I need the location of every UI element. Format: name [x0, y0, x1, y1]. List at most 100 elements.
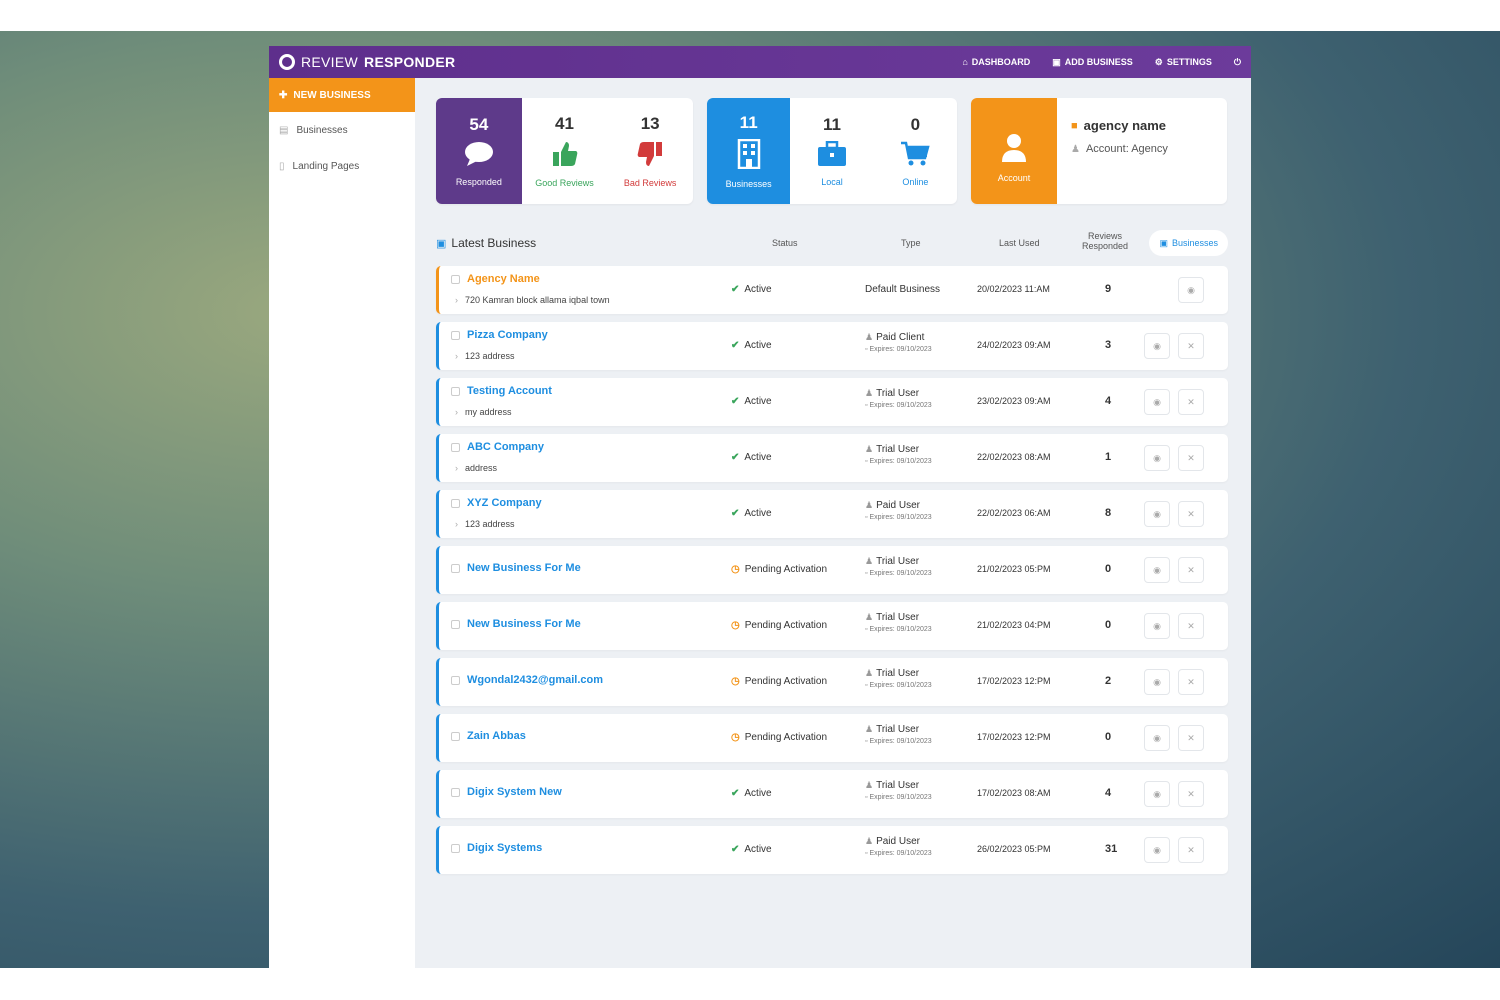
- delete-button[interactable]: ✕: [1178, 445, 1204, 471]
- status-text: Active: [744, 508, 772, 519]
- stat-good-reviews[interactable]: 41 Good Reviews: [522, 98, 608, 204]
- account-button[interactable]: Account: [971, 98, 1057, 204]
- view-button[interactable]: ◉: [1178, 277, 1204, 303]
- delete-button[interactable]: ✕: [1178, 333, 1204, 359]
- business-type: ♟ Trial User ▫ Expires: 09/10/2023: [865, 388, 932, 409]
- reviews-responded-count: 0: [1105, 731, 1112, 743]
- table-row[interactable]: New Business For Me ◷ Pending Activation ♟ T…: [436, 546, 1228, 594]
- expiry-date: ▫ Expires: 09/10/2023: [865, 458, 932, 465]
- row-checkbox[interactable]: [451, 564, 460, 573]
- close-icon: ✕: [1187, 844, 1195, 855]
- delete-button[interactable]: ✕: [1178, 837, 1204, 863]
- nav-dashboard[interactable]: ⌂ DASHBOARD: [962, 57, 1030, 67]
- row-checkbox[interactable]: [451, 788, 460, 797]
- map-pin-icon: ›: [455, 463, 458, 473]
- businesses-filter-label: Businesses: [1171, 238, 1218, 248]
- expiry-date: ▫ Expires: 09/10/2023: [865, 514, 932, 521]
- sidebar-item-businesses[interactable]: ▤ Businesses: [269, 112, 415, 148]
- stat-local[interactable]: 11 Local: [790, 98, 873, 204]
- business-name-link[interactable]: New Business For Me: [467, 618, 581, 630]
- table-row[interactable]: Digix Systems ✔ Active ♟ Paid User ▫ Expires:…: [436, 826, 1228, 874]
- table-row[interactable]: Agency Name › 720 Kamran block allama iqba…: [436, 266, 1228, 314]
- expiry-date: ▫ Expires: 09/10/2023: [865, 682, 932, 689]
- sidebar-item-landing-pages[interactable]: ▯ Landing Pages: [269, 148, 415, 184]
- stat-label: Local: [821, 177, 843, 187]
- table-row[interactable]: ABC Company › address ✔ Active ♟ Trial User ▫ E…: [436, 434, 1228, 482]
- new-business-button[interactable]: ✚ NEW BUSINESS: [269, 78, 415, 112]
- delete-button[interactable]: ✕: [1178, 781, 1204, 807]
- business-name-link[interactable]: Digix System New: [467, 786, 562, 798]
- row-checkbox[interactable]: [451, 443, 460, 452]
- reviews-card: 54 Responded 41 Good Reviews 13 Bad Revi…: [436, 98, 693, 204]
- view-button[interactable]: ◉: [1144, 613, 1170, 639]
- app-logo[interactable]: REVIEW RESPONDER: [279, 54, 455, 70]
- account-card: Account ■ agency name ♟ Account: Agency: [971, 98, 1227, 204]
- row-checkbox[interactable]: [451, 499, 460, 508]
- view-button[interactable]: ◉: [1144, 781, 1170, 807]
- view-button[interactable]: ◉: [1144, 389, 1170, 415]
- business-name-link[interactable]: Wgondal2432@gmail.com: [467, 674, 603, 686]
- close-icon: ✕: [1187, 732, 1195, 743]
- businesses-filter[interactable]: ▣ Businesses: [1149, 230, 1228, 256]
- view-button[interactable]: ◉: [1144, 333, 1170, 359]
- reviews-responded-count: 3: [1105, 339, 1112, 351]
- new-business-label: NEW BUSINESS: [293, 89, 371, 101]
- account-name-text: agency name: [1083, 118, 1167, 133]
- view-button[interactable]: ◉: [1144, 445, 1170, 471]
- business-name-link[interactable]: Digix Systems: [467, 842, 542, 854]
- nav-settings[interactable]: ⚙ SETTINGS: [1155, 57, 1212, 68]
- delete-button[interactable]: ✕: [1178, 725, 1204, 751]
- view-button[interactable]: ◉: [1144, 837, 1170, 863]
- delete-button[interactable]: ✕: [1178, 389, 1204, 415]
- stat-online[interactable]: 0 Online: [874, 98, 957, 204]
- row-checkbox[interactable]: [451, 331, 460, 340]
- business-name-link[interactable]: Zain Abbas: [467, 730, 526, 742]
- business-name-link[interactable]: ABC Company: [467, 441, 544, 453]
- row-checkbox[interactable]: [451, 676, 460, 685]
- delete-button[interactable]: ✕: [1178, 669, 1204, 695]
- expiry-date: ▫ Expires: 09/10/2023: [865, 626, 932, 633]
- table-row[interactable]: Zain Abbas ◷ Pending Activation ♟ Trial User…: [436, 714, 1228, 762]
- business-address-text: 123 address: [465, 351, 515, 361]
- row-checkbox[interactable]: [451, 620, 460, 629]
- table-row[interactable]: Testing Account › my address ✔ Active ♟ Trial …: [436, 378, 1228, 426]
- row-checkbox[interactable]: [451, 275, 460, 284]
- stat-bad-reviews[interactable]: 13 Bad Reviews: [607, 98, 693, 204]
- reviews-responded-count: 9: [1105, 283, 1112, 295]
- user-icon: ♟: [1071, 143, 1080, 155]
- delete-button[interactable]: ✕: [1178, 613, 1204, 639]
- logout-button[interactable]: ⏻: [1234, 57, 1241, 68]
- table-row[interactable]: New Business For Me ◷ Pending Activation ♟ T…: [436, 602, 1228, 650]
- view-button[interactable]: ◉: [1144, 669, 1170, 695]
- business-name-link[interactable]: Agency Name: [467, 273, 540, 285]
- table-row[interactable]: Digix System New ✔ Active ♟ Trial User ▫ Expi…: [436, 770, 1228, 818]
- business-name-link[interactable]: Pizza Company: [467, 329, 548, 341]
- last-used: 22/02/2023 08:AM: [977, 452, 1051, 462]
- table-row[interactable]: Pizza Company › 123 address ✔ Active ♟ Paid Cl…: [436, 322, 1228, 370]
- row-checkbox[interactable]: [451, 732, 460, 741]
- table-row[interactable]: XYZ Company › 123 address ✔ Active ♟ Paid User…: [436, 490, 1228, 538]
- reviews-responded-count: 1: [1105, 451, 1112, 463]
- view-button[interactable]: ◉: [1144, 501, 1170, 527]
- business-name-link[interactable]: Testing Account: [467, 385, 552, 397]
- expiry-date-text: Expires: 09/10/2023: [869, 570, 932, 577]
- stat-value: 11: [823, 115, 841, 134]
- business-name-link[interactable]: New Business For Me: [467, 562, 581, 574]
- reviews-responded-count: 8: [1105, 507, 1112, 519]
- table-row[interactable]: Wgondal2432@gmail.com ◷ Pending Activation…: [436, 658, 1228, 706]
- clock-icon: ◷: [731, 732, 740, 743]
- business-name-link[interactable]: XYZ Company: [467, 497, 542, 509]
- view-button[interactable]: ◉: [1144, 557, 1170, 583]
- eye-icon: ◉: [1153, 676, 1161, 687]
- stat-responded[interactable]: 54 Responded: [436, 98, 522, 204]
- business-type: ♟ Trial User ▫ Expires: 09/10/2023: [865, 444, 932, 465]
- delete-button[interactable]: ✕: [1178, 557, 1204, 583]
- view-button[interactable]: ◉: [1144, 725, 1170, 751]
- nav-add-business[interactable]: ▣ ADD BUSINESS: [1052, 57, 1133, 68]
- close-icon: ✕: [1187, 340, 1195, 351]
- row-checkbox[interactable]: [451, 844, 460, 853]
- delete-button[interactable]: ✕: [1178, 501, 1204, 527]
- stat-businesses[interactable]: 11 Businesses: [707, 98, 791, 204]
- user-icon: ♟: [865, 724, 874, 734]
- row-checkbox[interactable]: [451, 387, 460, 396]
